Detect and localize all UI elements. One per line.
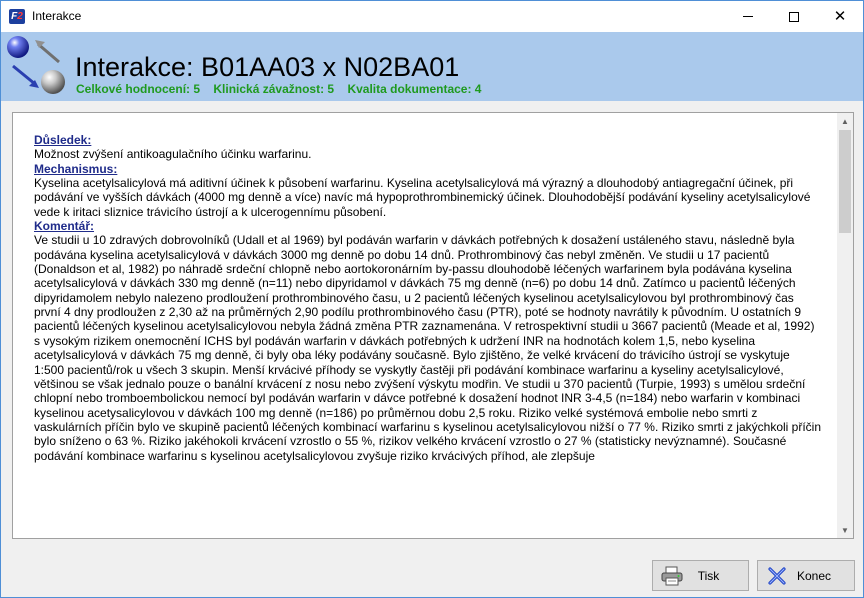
minimize-button[interactable] <box>725 1 771 32</box>
scroll-up-icon[interactable]: ▲ <box>837 113 853 129</box>
overall-rating: Celkové hodnocení: 5 <box>76 82 201 96</box>
interaction-title: Interakce: B01AA03 x N02BA01 <box>75 52 460 82</box>
app-icon: F2 <box>9 9 25 24</box>
consequence-text: Možnost zvýšení antikoagulačního účinku … <box>34 147 312 162</box>
scrollbar-thumb[interactable] <box>839 130 851 233</box>
interaction-text[interactable]: Důsledek: Možnost zvýšení antikoagulační… <box>13 113 837 538</box>
interaction-window: F2 Interakce ✕ Interakce: B01AA03 x N02B… <box>0 0 864 598</box>
rating-summary: Celkové hodnocení: 5 Klinická závažnost:… <box>76 82 491 96</box>
scroll-down-icon[interactable]: ▼ <box>837 522 853 538</box>
vertical-scrollbar[interactable]: ▲ ▼ <box>837 113 853 538</box>
documentation-quality-rating: Kvalita dokumentace: 4 <box>347 82 482 96</box>
printer-icon <box>659 564 685 588</box>
comment-heading: Komentář: <box>34 219 95 234</box>
print-button-label: Tisk <box>697 568 720 583</box>
cross-icon <box>764 564 790 588</box>
close-button[interactable]: Konec <box>757 560 855 591</box>
interaction-header: Interakce: B01AA03 x N02BA01 Celkové hod… <box>1 32 863 101</box>
mechanism-text: Kyselina acetylsalicylová má aditivní úč… <box>34 176 811 219</box>
consequence-heading: Důsledek: <box>34 133 92 147</box>
comment-text: Ve studii u 10 zdravých dobrovolníků (Ud… <box>34 233 822 463</box>
maximize-icon <box>789 11 799 22</box>
close-button-label: Konec <box>796 568 832 583</box>
window-title: Interakce <box>32 9 82 23</box>
close-window-button[interactable]: ✕ <box>817 1 863 32</box>
print-button[interactable]: Tisk <box>652 560 749 591</box>
maximize-button[interactable] <box>771 1 817 32</box>
mechanism-heading: Mechanismus: <box>34 161 118 176</box>
interaction-detail-panel: Důsledek: Možnost zvýšení antikoagulační… <box>12 112 854 539</box>
minimize-icon <box>743 16 753 17</box>
clinical-severity-rating: Klinická závažnost: 5 <box>213 82 335 96</box>
title-bar[interactable]: F2 Interakce ✕ <box>1 1 863 32</box>
close-icon: ✕ <box>833 8 847 25</box>
interaction-spheres-icon <box>7 36 65 94</box>
